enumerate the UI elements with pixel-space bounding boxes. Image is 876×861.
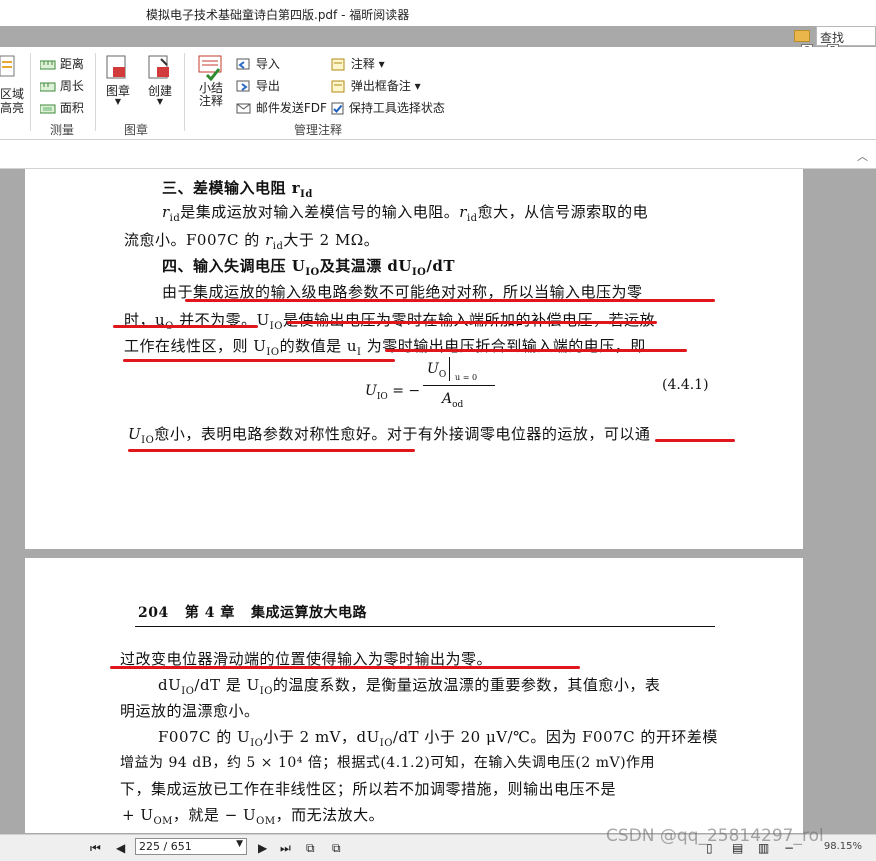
chapter-number: 第 4 章 [184,605,235,621]
import-icon [236,58,250,69]
search-input[interactable]: 查找 [816,26,876,46]
equation-number: (4.4.1) [662,377,709,393]
measure-perimeter-label: 周长 [59,79,84,93]
annotate-label: 注释 [350,57,375,71]
perimeter-icon [40,82,56,91]
popup-notes-label: 弹出框备注 [350,79,411,93]
email-fdf-button[interactable]: 邮件发送FDF [236,99,327,116]
export-icon [236,80,250,91]
area-highlight-label: 区域 高亮 [0,87,25,115]
highlight-underline [655,439,735,442]
create-stamp-button[interactable]: 创建 ▼ [146,55,174,106]
keep-tool-label: 保持工具选择状态 [348,101,445,115]
page2-line-5: 增益为 94 dB，约 5 × 10⁴ 倍；根据式(4.1.2)可知，在输入失调… [120,755,656,771]
page2-line-2: dUIO/dT 是 UIO的温度系数，是衡量运放温漂的重要参数，其值愈小，表 [158,676,661,697]
collapse-ribbon-icon[interactable]: ︿ [857,148,868,164]
chapter-title: 集成运算放大电路 [250,605,367,621]
popup-note-icon [331,80,345,92]
equation-lhs: UIO = − [365,383,421,402]
highlight-underline [185,299,715,302]
summary-icon [198,55,222,82]
page2-line-7: + UOM，就是 − UOM，而无法放大。 [122,806,385,827]
chevron-down-icon: ▼ [236,839,243,849]
ribbon-collapse-strip: ︿ [0,140,876,169]
area-highlight-icon [0,55,15,77]
measure-group-label: 测量 [50,123,75,137]
highlight-underline [123,359,395,362]
measure-perimeter-button[interactable]: 周长 [40,77,84,94]
window-title: 模拟电子技术基础童诗白第四版.pdf - 福昕阅读器 [146,8,410,22]
popup-notes-dropdown[interactable]: 弹出框备注 ▾ [331,77,421,94]
title-bar: 模拟电子技术基础童诗白第四版.pdf - 福昕阅读器 [0,0,876,26]
equation-condition: u = 0 [455,373,478,382]
measure-distance-label: 距离 [59,57,84,71]
next-view-icon[interactable]: ⧉ [332,841,341,856]
email-fdf-label: 邮件发送FDF [255,101,327,115]
heading-offset-voltage: 四、输入失调电压 UIO及其温漂 dUIO/dT [162,257,456,278]
paragraph-line-3: 工作在线性区，则 UIO的数值是 uI 为零时输出电压折合到输入端的电压，即 [124,337,646,358]
ribbon-toolbar: 区域 高亮 距离 周长 面积 测量 图章 ▼ 创建 ▼ 图章 小结 注释 导入 导出 [0,47,876,140]
stamp-button[interactable]: 图章 ▼ [104,55,132,106]
next-page-icon[interactable]: ▶ [258,841,267,855]
email-icon [236,103,251,113]
comments-group-label: 管理注释 [294,123,343,137]
paragraph-rid: rid是集成运放对输入差模信号的输入电阻。rid愈大，从信号源索取的电 [162,203,649,224]
measure-distance-button[interactable]: 距离 [40,55,84,72]
zoom-level[interactable]: 98.15% [824,841,862,852]
paragraph-line-4: UIO愈小，表明电路参数对称性愈好。对于有外接调零电位器的运放，可以通 [128,425,651,446]
measure-area-button[interactable]: 面积 [40,99,84,116]
import-button[interactable]: 导入 [236,55,280,72]
page2-line-4: F007C 的 UIO小于 2 mV，dUIO/dT 小于 20 μV/℃。因为… [158,728,718,749]
ruler-icon [40,60,56,69]
fraction-bar [423,385,495,386]
previous-page-icon[interactable]: ◀ [116,841,125,855]
page2-line-3: 明运放的温漂愈小。 [120,702,260,720]
page2-line-6: 下，集成运放已工作在非线性区；所以若不加调零措施，则输出电压不是 [120,780,617,798]
highlight-underline [113,325,258,328]
first-page-icon[interactable]: ⏮ [90,841,101,856]
header-rule [135,626,715,627]
highlight-underline [287,321,657,324]
highlight-underline [110,666,580,669]
export-label: 导出 [255,79,280,93]
note-icon [331,58,345,70]
highlight-underline [128,449,415,452]
highlight-underline [385,349,687,352]
area-icon [40,104,56,113]
checkbox-checked-icon [331,102,344,114]
import-label: 导入 [255,57,280,71]
page-number-select[interactable]: 225 / 651 ▼ [135,838,247,855]
paragraph-rid-cont: 流愈小。F007C 的 rid大于 2 MΩ。 [124,231,380,252]
folder-icon[interactable] [794,30,810,42]
watermark: CSDN @qq_25814297_rol [606,826,824,846]
document-page-2: 204 第 4 章 集成运算放大电路 过改变电位器滑动端的位置使得输入为零时输出… [25,558,803,833]
summarize-comments-button[interactable]: 小结 注释 [196,55,226,108]
stamp-group-label: 图章 [124,123,149,137]
last-page-icon[interactable]: ⏭ [280,841,291,856]
keep-tool-checkbox[interactable]: 保持工具选择状态 [331,99,445,116]
page-header: 204 第 4 章 集成运算放大电路 [138,602,367,622]
measure-area-label: 面积 [59,101,84,115]
export-button[interactable]: 导出 [236,77,280,94]
document-page-1: 三、差模输入电阻 rId rid是集成运放对输入差模信号的输入电阻。rid愈大，… [25,169,803,549]
area-highlight-button[interactable] [0,55,16,77]
create-stamp-icon [148,55,169,79]
heading-diff-input-resistance: 三、差模输入电阻 rId [162,179,313,200]
stamp-icon [106,55,126,79]
equation-numerator: UO [427,361,447,380]
page-number: 204 [138,605,169,621]
annotate-dropdown[interactable]: 注释 ▾ [331,55,385,72]
equation-denominator: Aod [442,391,464,410]
previous-view-icon[interactable]: ⧉ [306,841,315,856]
